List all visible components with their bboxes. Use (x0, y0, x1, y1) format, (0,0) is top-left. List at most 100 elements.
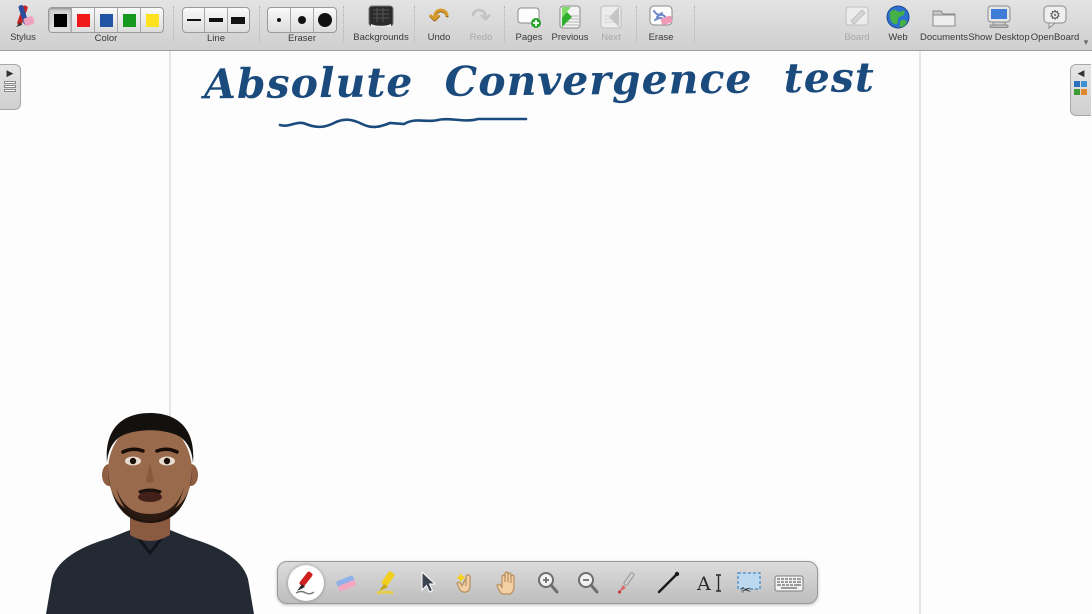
page-navigator-icon (4, 81, 16, 93)
stylus-label: Stylus (0, 32, 46, 43)
webcam-overlay (28, 411, 272, 614)
toolbar-separator (173, 6, 174, 42)
zoom-in-tool-button[interactable] (530, 565, 566, 601)
highlighter-tool-button[interactable] (369, 565, 405, 601)
erase-page-label: Erase (639, 32, 683, 43)
color-blue-button[interactable] (95, 8, 118, 32)
whiteboard-canvas[interactable]: Absolute Convergence test ▶ ◀ (0, 51, 1092, 614)
color-yellow-button[interactable] (141, 8, 163, 32)
handwritten-title: Absolute Convergence test (204, 54, 844, 109)
backgrounds-button[interactable]: Backgrounds (346, 2, 416, 49)
pages-icon (508, 2, 550, 32)
toolbar-separator (694, 6, 695, 42)
openboard-menu-button[interactable]: ⚙ OpenBoard (1024, 2, 1086, 49)
triangle-left-icon: ◀ (1078, 69, 1085, 78)
color-black-button[interactable] (49, 8, 72, 32)
medium-eraser-icon (298, 16, 306, 24)
redo-button: ↷ Redo (461, 2, 501, 49)
show-desktop-button[interactable]: Show Desktop (966, 2, 1032, 49)
library-drawer-tab[interactable]: ◀ (1070, 64, 1091, 116)
line-medium-button[interactable] (205, 8, 227, 32)
zoom-out-icon (575, 570, 601, 596)
selector-tool-button[interactable] (409, 565, 445, 601)
backgrounds-icon (346, 2, 416, 32)
chevron-down-icon: ▾ (1084, 37, 1089, 47)
show-desktop-label: Show Desktop (966, 32, 1032, 43)
laser-pointer-icon (615, 570, 641, 596)
magic-finger-icon (454, 570, 480, 596)
black-swatch-icon (54, 14, 67, 27)
line-thin-button[interactable] (183, 8, 205, 32)
yellow-swatch-icon (146, 14, 159, 27)
toolbar-separator (504, 6, 505, 42)
triangle-right-icon: ▶ (7, 69, 14, 78)
hand-icon (494, 570, 520, 596)
previous-page-icon (547, 2, 593, 32)
pen-tool-button[interactable] (288, 565, 324, 601)
text-icon: A (694, 570, 724, 596)
library-icon (1074, 81, 1088, 95)
highlighter-icon (374, 570, 400, 596)
stylus-button[interactable]: Stylus (0, 2, 46, 49)
openboard-app: Stylus Color Line (0, 0, 1092, 614)
eraser-medium-button[interactable] (291, 8, 314, 32)
line-icon (655, 570, 681, 596)
red-swatch-icon (77, 14, 90, 27)
eraser-small-button[interactable] (268, 8, 291, 32)
toolbar-separator (259, 6, 260, 42)
svg-text:⚙: ⚙ (1049, 9, 1061, 24)
eraser-group: Eraser (267, 2, 337, 49)
thin-line-icon (187, 19, 201, 21)
eraser-tool-button[interactable] (328, 565, 364, 601)
interact-tool-button[interactable] (449, 565, 485, 601)
backgrounds-label: Backgrounds (346, 32, 416, 43)
virtual-keyboard-tool-button[interactable] (771, 565, 807, 601)
pointer-tool-button[interactable] (610, 565, 646, 601)
documents-folder-icon (915, 2, 973, 32)
color-group: Color (48, 2, 164, 49)
hand-tool-button[interactable] (489, 565, 525, 601)
keyboard-icon (774, 572, 804, 594)
web-button[interactable]: Web (878, 2, 918, 49)
small-eraser-icon (277, 18, 281, 22)
color-red-button[interactable] (72, 8, 95, 32)
pages-button[interactable]: Pages (508, 2, 550, 49)
toolbar-separator (343, 6, 344, 42)
undo-button[interactable]: ↶ Undo (417, 2, 461, 49)
board-mode-button: Board (835, 2, 879, 49)
documents-button[interactable]: Documents (915, 2, 973, 49)
handwritten-underline-icon (278, 111, 528, 131)
show-desktop-monitor-icon (966, 2, 1032, 32)
thick-line-icon (231, 17, 245, 24)
capture-icon: ✂ (735, 570, 763, 596)
line-thick-button[interactable] (228, 8, 249, 32)
undo-label: Undo (417, 32, 461, 43)
medium-line-icon (209, 18, 223, 22)
left-drawer-tab[interactable]: ▶ (0, 64, 21, 110)
svg-text:✂: ✂ (741, 583, 751, 596)
erase-page-button[interactable]: Erase (639, 2, 683, 49)
openboard-gear-icon: ⚙ (1024, 2, 1086, 32)
line-group: Line (182, 2, 250, 49)
undo-icon: ↶ (429, 5, 449, 29)
zoom-out-tool-button[interactable] (570, 565, 606, 601)
board-mode-icon (835, 2, 879, 32)
previous-page-button[interactable]: Previous (547, 2, 593, 49)
toolbar-separator (414, 6, 415, 42)
zoom-in-icon (535, 570, 561, 596)
eraser-large-button[interactable] (314, 8, 336, 32)
board-mode-label: Board (835, 32, 879, 43)
stylus-icon (0, 2, 46, 32)
cursor-arrow-icon (416, 571, 438, 595)
tool-palette: A ✂ (277, 561, 818, 604)
redo-label: Redo (461, 32, 501, 43)
color-green-button[interactable] (118, 8, 141, 32)
large-eraser-icon (318, 13, 332, 27)
next-page-label: Next (594, 32, 628, 43)
svg-text:A: A (696, 573, 711, 595)
capture-tool-button[interactable]: ✂ (731, 565, 767, 601)
line-tool-button[interactable] (650, 565, 686, 601)
eraser-label: Eraser (267, 33, 337, 44)
text-tool-button[interactable]: A (691, 565, 727, 601)
previous-page-label: Previous (547, 32, 593, 43)
